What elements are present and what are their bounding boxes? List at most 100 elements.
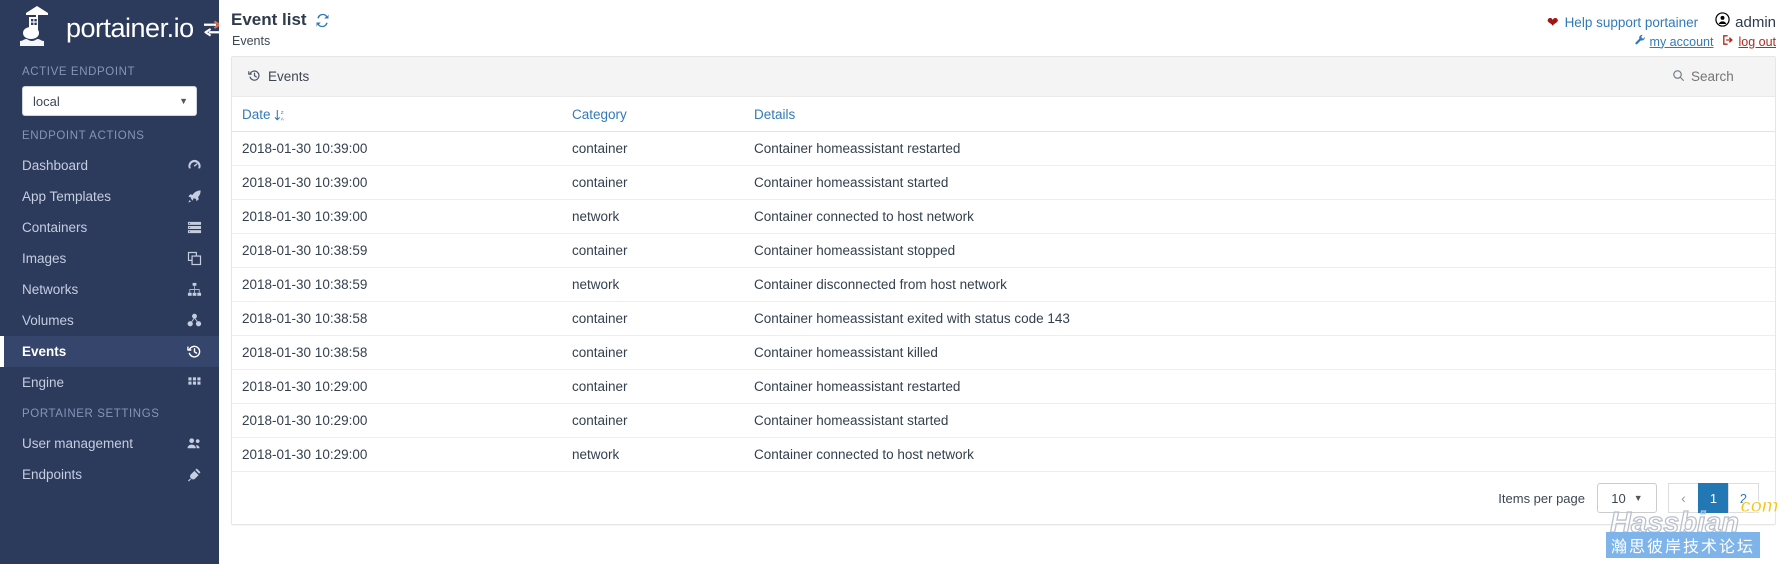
cell-details: Container homeassistant started [744, 165, 1775, 200]
table-row[interactable]: 2018-01-30 10:29:00 container Container … [232, 369, 1775, 404]
cell-date: 2018-01-30 10:38:59 [232, 233, 562, 268]
users-icon [185, 435, 203, 453]
table-row[interactable]: 2018-01-30 10:38:58 container Container … [232, 301, 1775, 336]
breadcrumb: Events [232, 34, 271, 48]
sidebar-item-label: Dashboard [22, 158, 89, 173]
cell-details: Container homeassistant restarted [744, 131, 1775, 166]
clone-icon [185, 250, 203, 268]
cell-category: container [562, 335, 744, 370]
sidebar-item-user-management[interactable]: User management [0, 428, 219, 459]
sidebar-item-label: Images [22, 251, 67, 266]
user-menu[interactable]: admin [1715, 12, 1776, 32]
cell-details: Container disconnected from host network [744, 267, 1775, 302]
sidebar-item-images[interactable]: Images [0, 243, 219, 274]
user-circle-icon [1715, 12, 1730, 32]
portainer-whale-logo [18, 6, 58, 50]
sidebar-item-volumes[interactable]: Volumes [0, 305, 219, 336]
cell-details: Container homeassistant stopped [744, 233, 1775, 268]
logout-link[interactable]: log out [1722, 34, 1776, 49]
sidebar-item-endpoints[interactable]: Endpoints [0, 459, 219, 490]
active-endpoint-value: local [33, 93, 60, 109]
cell-details: Container homeassistant started [744, 403, 1775, 438]
my-account-link[interactable]: my account [1634, 34, 1713, 49]
table-row[interactable]: 2018-01-30 10:39:00 container Container … [232, 165, 1775, 200]
column-header-details[interactable]: Details [744, 97, 1775, 132]
topbar: Event list Events ❤ Help support portain… [219, 0, 1790, 56]
page-title: Event list [231, 10, 307, 29]
cell-details: Container homeassistant restarted [744, 369, 1775, 404]
sidebar-section-portainer-settings: PORTAINER SETTINGS [22, 408, 160, 420]
tachometer-icon [185, 157, 203, 175]
cell-category: container [562, 233, 744, 268]
sidebar-item-engine[interactable]: Engine [0, 367, 219, 398]
sidebar-item-events[interactable]: Events [0, 336, 219, 367]
sidebar-item-label: User management [22, 436, 134, 451]
cell-date: 2018-01-30 10:39:00 [232, 131, 562, 166]
search-icon [1672, 69, 1685, 85]
portainer-app: portainer.io ACTIVE ENDPOINT local ▼ END… [0, 0, 1790, 564]
pagination-footer: Items per page 10 ▼ ‹ 1 2 [232, 472, 1775, 524]
sidebar-toggle-icon[interactable] [202, 17, 219, 39]
cell-category: network [562, 267, 744, 302]
sidebar-item-label: Volumes [22, 313, 74, 328]
sort-alpha-desc-icon: Z A [274, 109, 285, 122]
page-title-row: Event list [231, 10, 330, 30]
svg-text:Z: Z [280, 110, 283, 115]
refresh-icon[interactable] [315, 13, 330, 28]
sidebar-item-label: Networks [22, 282, 79, 297]
table-row[interactable]: 2018-01-30 10:29:00 network Container co… [232, 437, 1775, 472]
table-header-row: Date Z A Category Details [232, 97, 1775, 132]
column-header-category[interactable]: Category [562, 97, 744, 132]
server-list-icon [185, 219, 203, 237]
pagination-page-2[interactable]: 2 [1728, 483, 1759, 513]
sidebar-logo-row: portainer.io [0, 0, 219, 56]
column-header-date[interactable]: Date Z A [232, 97, 562, 132]
cell-date: 2018-01-30 10:29:00 [232, 403, 562, 438]
events-table: Date Z A Category Details 2018-01-30 10:… [232, 97, 1775, 472]
sidebar-item-networks[interactable]: Networks [0, 274, 219, 305]
cell-category: network [562, 199, 744, 234]
cell-date: 2018-01-30 10:29:00 [232, 437, 562, 472]
cell-category: network [562, 437, 744, 472]
rocket-icon [185, 188, 203, 206]
cell-date: 2018-01-30 10:29:00 [232, 369, 562, 404]
table-row[interactable]: 2018-01-30 10:38:59 container Container … [232, 233, 1775, 268]
sidebar-item-dashboard[interactable]: Dashboard [0, 150, 219, 181]
events-table-head: Date Z A Category Details [232, 97, 1775, 132]
history-icon [248, 69, 261, 85]
help-support-label: Help support portainer [1564, 14, 1699, 30]
cell-date: 2018-01-30 10:39:00 [232, 165, 562, 200]
table-row[interactable]: 2018-01-30 10:38:58 container Container … [232, 335, 1775, 370]
search-control[interactable] [1672, 69, 1761, 85]
sidebar-item-label: Endpoints [22, 467, 83, 482]
sidebar-item-app-templates[interactable]: App Templates [0, 181, 219, 212]
sidebar-item-label: App Templates [22, 189, 112, 204]
wrench-icon [1634, 34, 1646, 49]
search-input[interactable] [1691, 69, 1761, 84]
page-header: Event list Events [231, 10, 330, 48]
cell-category: container [562, 403, 744, 438]
cell-details: Container connected to host network [744, 199, 1775, 234]
cubes-icon [185, 312, 203, 330]
table-row[interactable]: 2018-01-30 10:38:59 network Container di… [232, 267, 1775, 302]
cell-date: 2018-01-30 10:39:00 [232, 199, 562, 234]
help-support-link[interactable]: ❤ Help support portainer [1547, 14, 1698, 31]
cell-details: Container connected to host network [744, 437, 1775, 472]
brand-name: portainer.io [66, 12, 194, 43]
events-panel: Events Search Date Z A Category Details … [231, 56, 1776, 525]
sidebar-item-containers[interactable]: Containers [0, 212, 219, 243]
pagination-page-1[interactable]: 1 [1698, 483, 1729, 513]
cell-category: container [562, 301, 744, 336]
panel-title: Events [268, 69, 310, 84]
cell-details: Container homeassistant exited with stat… [744, 301, 1775, 336]
grid-icon [185, 374, 203, 392]
table-row[interactable]: 2018-01-30 10:39:00 network Container co… [232, 199, 1775, 234]
sidebar-section-active-endpoint: ACTIVE ENDPOINT [22, 66, 136, 78]
items-per-page-select[interactable]: 10 ▼ [1597, 483, 1657, 513]
logout-label: log out [1738, 34, 1776, 49]
table-row[interactable]: 2018-01-30 10:39:00 container Container … [232, 131, 1775, 166]
username: admin [1735, 13, 1776, 31]
pagination-prev-button[interactable]: ‹ [1668, 483, 1699, 513]
active-endpoint-select[interactable]: local ▼ [22, 86, 197, 116]
table-row[interactable]: 2018-01-30 10:29:00 container Container … [232, 403, 1775, 438]
